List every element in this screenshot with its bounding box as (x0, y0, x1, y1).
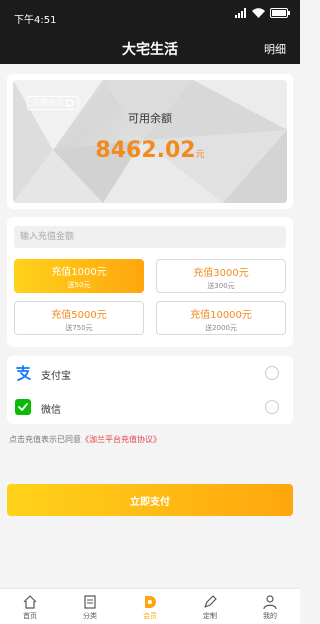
recharge-option-label: 充值3000元 (193, 268, 249, 279)
recharge-option-5000[interactable]: 充值5000元 送750元 (14, 301, 144, 335)
member-badge-label: 白银会员 (32, 98, 64, 107)
balance-amount: 8462.02 (95, 138, 196, 163)
recharge-card: 充值1000元 送50元 充值3000元 送300元 充值5000元 送750元… (7, 217, 293, 347)
recharge-option-1000[interactable]: 充值1000元 送50元 (14, 259, 144, 293)
tab-category[interactable]: 分类 (60, 589, 120, 624)
home-icon (23, 595, 37, 609)
tab-member[interactable]: 会员 (120, 589, 180, 624)
balance-value: 8462.02元 (13, 138, 287, 163)
details-link[interactable]: 明细 (264, 41, 286, 57)
category-icon (84, 595, 96, 609)
recharge-option-bonus: 送750元 (65, 324, 93, 332)
payment-method-wechat[interactable]: 微信 (7, 390, 293, 424)
tab-label: 我的 (263, 612, 277, 620)
signal-icon (235, 8, 246, 18)
tab-label: 定制 (203, 612, 217, 620)
wifi-icon (252, 8, 265, 18)
recharge-option-label: 充值5000元 (51, 310, 107, 321)
profile-icon (263, 595, 277, 610)
battery-icon (270, 8, 290, 18)
balance-label: 可用余额 (128, 112, 172, 125)
tab-label: 首页 (23, 612, 37, 620)
balance-card: 白银会员 可用余额 8462.02元 (7, 74, 293, 209)
agreement-link[interactable]: 《泇兰平台充值协议》 (81, 435, 161, 444)
wechat-icon (15, 399, 31, 415)
recharge-amount-input[interactable] (14, 226, 286, 248)
pay-now-button[interactable]: 立即支付 (7, 484, 293, 516)
page-title: 大宅生活 (122, 42, 178, 58)
payment-method-alipay[interactable]: 支付宝 (7, 356, 293, 390)
recharge-option-bonus: 送50元 (67, 281, 91, 289)
payment-method-label: 微信 (41, 405, 61, 416)
tab-label: 会员 (143, 612, 157, 620)
payment-method-label: 支付宝 (41, 371, 71, 382)
wechat-radio[interactable] (265, 400, 279, 414)
bottom-tab-bar: 首页 分类 会员 定制 我的 (0, 588, 300, 624)
payment-methods: 支付宝 微信 (7, 356, 293, 424)
alipay-radio[interactable] (265, 366, 279, 380)
agreement-text: 点击充值表示已同意《泇兰平台充值协议》 (9, 434, 161, 445)
recharge-option-label: 充值1000元 (51, 267, 107, 278)
recharge-option-bonus: 送300元 (207, 282, 235, 290)
status-icons (235, 8, 290, 18)
balance-unit: 元 (195, 150, 205, 160)
tab-profile[interactable]: 我的 (240, 589, 300, 624)
tab-label: 分类 (83, 612, 97, 620)
tab-customize[interactable]: 定制 (180, 589, 240, 624)
recharge-option-label: 充值10000元 (190, 310, 252, 321)
tab-home[interactable]: 首页 (0, 589, 60, 624)
status-bar: 下午4:51 (0, 0, 300, 32)
agreement-prefix: 点击充值表示已同意 (9, 435, 81, 444)
member-logo-icon (66, 99, 74, 107)
recharge-option-3000[interactable]: 充值3000元 送300元 (156, 259, 286, 293)
nav-bar: 大宅生活 明细 (0, 32, 300, 64)
alipay-icon (16, 365, 31, 381)
member-badge: 白银会员 (27, 96, 79, 110)
recharge-option-10000[interactable]: 充值10000元 送2000元 (156, 301, 286, 335)
balance-banner: 白银会员 可用余额 8462.02元 (13, 80, 287, 203)
customize-icon (204, 595, 217, 608)
recharge-option-bonus: 送2000元 (205, 324, 237, 332)
status-time: 下午4:51 (14, 15, 57, 26)
member-icon (145, 596, 156, 608)
